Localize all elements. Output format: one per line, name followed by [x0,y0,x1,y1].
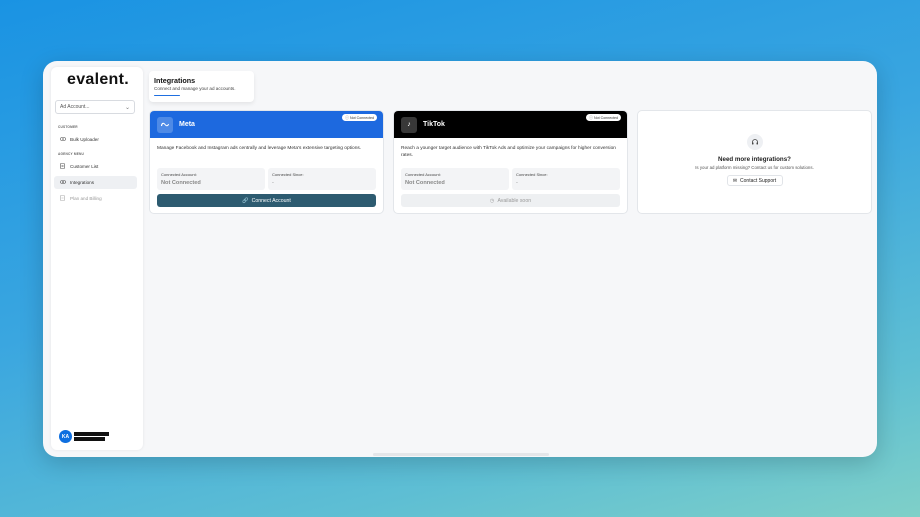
connected-account-box: Connected Account: Not Connected [157,168,265,190]
connected-since-box: Connected Since: - [268,168,376,190]
connect-account-button[interactable]: 🔗 Connect Account [157,194,376,207]
connected-since-value: - [272,180,274,186]
sidebar-item-label: Bulk Uploader [70,137,99,142]
contact-support-button[interactable]: ✉ Contact Support [726,175,783,186]
connected-account-value: Not Connected [161,180,201,186]
integration-description: Manage Facebook and Instagram ads centra… [157,146,362,151]
support-card: Need more integrations? Is your ad platf… [637,110,872,214]
support-text: Is your ad platform missing? Contact us … [695,165,814,170]
mail-icon: ✉ [732,177,738,184]
connected-since-value: - [516,180,518,186]
sidebar-item-integrations[interactable]: Integrations [54,176,137,189]
status-text: Not Connected [350,115,374,120]
integration-description: Reach a younger target audience with Tik… [401,146,616,159]
chevron-down-icon: ⌄ [124,104,130,111]
info-icon: ⓘ [589,114,594,120]
section-label-agency-menu: AGENCY MENU [58,152,85,156]
page-title: Integrations [154,76,196,85]
status-text: Not Connected [594,115,618,120]
billing-icon [59,194,66,203]
connected-account-label: Connected Account: [161,172,197,177]
app-logo: evalent. [67,71,129,88]
sidebar: evalent. Ad Account... ⌄ CUSTOMER Bulk U… [51,67,143,450]
document-icon [59,162,66,171]
button-label: Connect Account [251,197,291,204]
connected-account-box: Connected Account: Not Connected [401,168,509,190]
link-icon [59,179,66,186]
headset-icon [746,134,763,150]
integration-card-meta: Meta ⓘ Not Connected Manage Facebook and… [149,110,384,214]
sidebar-item-bulk-uploader[interactable]: Bulk Uploader [54,133,137,146]
status-badge: ⓘ Not Connected [342,114,377,121]
info-icon: ⓘ [345,114,350,120]
integration-name: TikTok [423,121,445,128]
avatar: KA [59,430,72,443]
link-icon: 🔗 [242,197,249,204]
support-title: Need more integrations? [718,156,791,163]
sidebar-item-customer-list[interactable]: Customer List [54,160,137,173]
integration-card-tiktok: ♪ TikTok ⓘ Not Connected Reach a younger… [393,110,628,214]
status-badge: ⓘ Not Connected [586,114,621,121]
app-window: evalent. Ad Account... ⌄ CUSTOMER Bulk U… [43,61,877,457]
eye-icon [59,136,66,143]
connected-account-label: Connected Account: [405,172,441,177]
redacted-user-info [74,432,109,441]
button-label: Contact Support [740,177,777,184]
clock-icon: ◷ [489,197,495,204]
ad-account-select[interactable]: Ad Account... ⌄ [55,100,135,114]
title-underline [154,94,180,96]
sidebar-item-label: Plan and Billing [70,196,102,201]
connected-account-value: Not Connected [405,180,445,186]
sidebar-item-plan-and-billing[interactable]: Plan and Billing [54,192,137,205]
section-label-customer: CUSTOMER [58,125,78,129]
sidebar-item-label: Integrations [70,180,95,185]
tiktok-logo-icon: ♪ [401,116,417,133]
button-label: Available soon [497,197,532,204]
user-profile[interactable]: KA [59,430,109,443]
available-soon-button: ◷ Available soon [401,194,620,207]
page-header: Integrations Connect and manage your ad … [149,71,254,102]
horizontal-scrollbar[interactable] [373,453,549,456]
sidebar-item-label: Customer List [70,164,99,169]
meta-logo-icon [157,116,173,133]
connected-since-label: Connected Since: [516,172,548,177]
connected-since-label: Connected Since: [272,172,304,177]
page-subtitle: Connect and manage your ad accounts. [154,86,236,91]
ad-account-select-value: Ad Account... [60,104,90,110]
connected-since-box: Connected Since: - [512,168,620,190]
integration-name: Meta [179,121,195,128]
